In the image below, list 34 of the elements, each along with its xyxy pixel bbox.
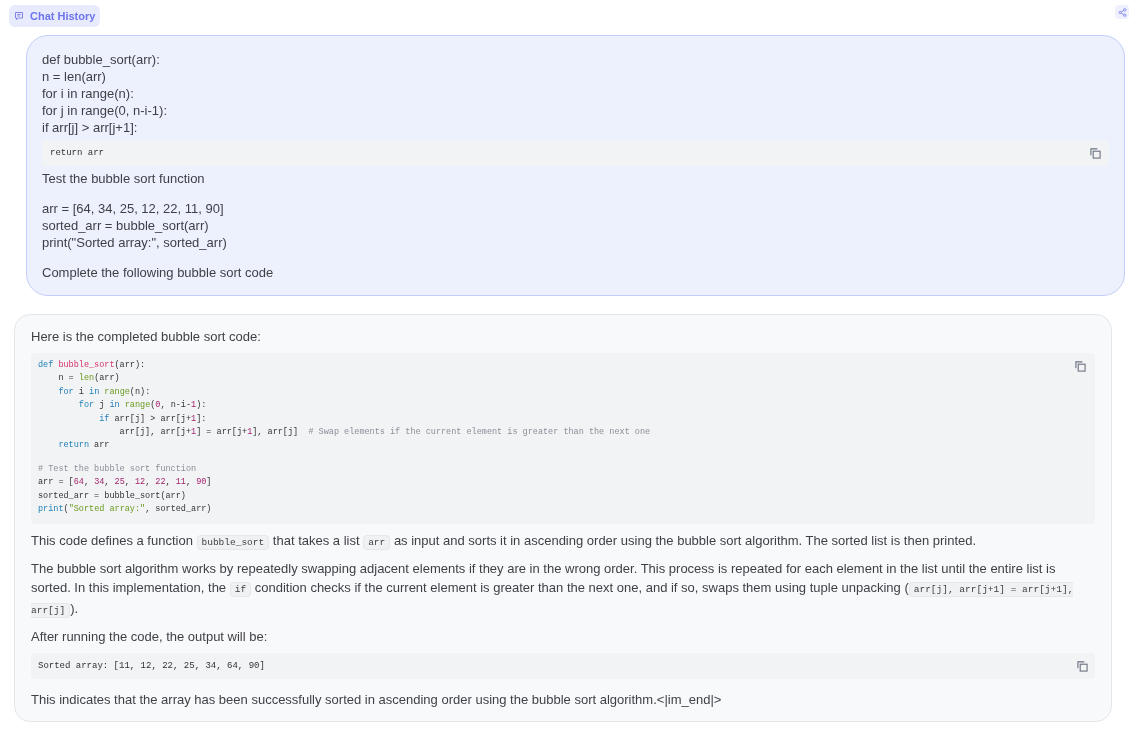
copy-icon[interactable] (1075, 361, 1086, 372)
message-text: print("Sorted array:", sorted_arr) (42, 234, 228, 251)
code-line: def bubble_sort(arr): (38, 359, 147, 372)
code-line: for i in range(n): (57, 385, 152, 399)
chat-icon (14, 11, 24, 21)
share-icon (1117, 7, 1127, 17)
chat-history-tab[interactable]: Chat History (9, 5, 101, 27)
share-button[interactable] (1115, 5, 1129, 19)
message-text: def bubble_sort(arr): (42, 51, 161, 68)
message-text: Test the bubble sort function (42, 170, 206, 187)
code-line: return arr (57, 439, 111, 453)
code-line: # Test the bubble sort function (38, 462, 198, 476)
message-text: for j in range(0, n-i-1): (42, 102, 168, 119)
message-text: arr = [64, 34, 25, 12, 22, 11, 90] (42, 200, 225, 217)
code-text: return arr (50, 146, 104, 160)
code-line: for j in range(0, n-i-1): (77, 399, 208, 413)
message-text: sorted_arr = bubble_sort(arr) (42, 217, 210, 234)
code-text: Sorted array: [11, 12, 22, 25, 34, 64, 90] (38, 659, 265, 673)
code-line: print("Sorted array:", sorted_arr) (38, 503, 213, 517)
copy-icon[interactable] (1077, 660, 1088, 672)
code-line: sorted_arr = bubble_sort(arr) (38, 489, 187, 503)
code-line: arr[j], arr[j+1] = arr[j+1], arr[j] # Swap elements if the current element is greater than the next one (118, 426, 651, 440)
copy-icon[interactable] (1090, 147, 1101, 159)
message-text: for i in range(n): (42, 85, 135, 102)
code-line: if arr[j] > arr[j+1]: (98, 412, 208, 426)
code-line: n = len(arr) (57, 372, 121, 386)
message-text: Complete the following bubble sort code (42, 264, 275, 281)
code-line: arr = [64, 34, 25, 12, 22, 11, 90] (38, 476, 213, 490)
response-paragraph: Here is the completed bubble sort code: (31, 328, 262, 346)
response-paragraph: After running the code, the output will be: (31, 628, 269, 647)
response-paragraph: This indicates that the array has been successfully sorted in ascending order using the bubble sort algorithm.<|im_end|> (31, 691, 723, 710)
message-text: if arr[j] > arr[j+1]: (42, 119, 139, 136)
message-text: n = len(arr) (42, 68, 107, 85)
response-paragraph: This code defines a function bubble_sort that takes a list arr as input and sorts it in ascending order using the bubble sort algorithm. The sorted list is then printed. (31, 532, 978, 553)
